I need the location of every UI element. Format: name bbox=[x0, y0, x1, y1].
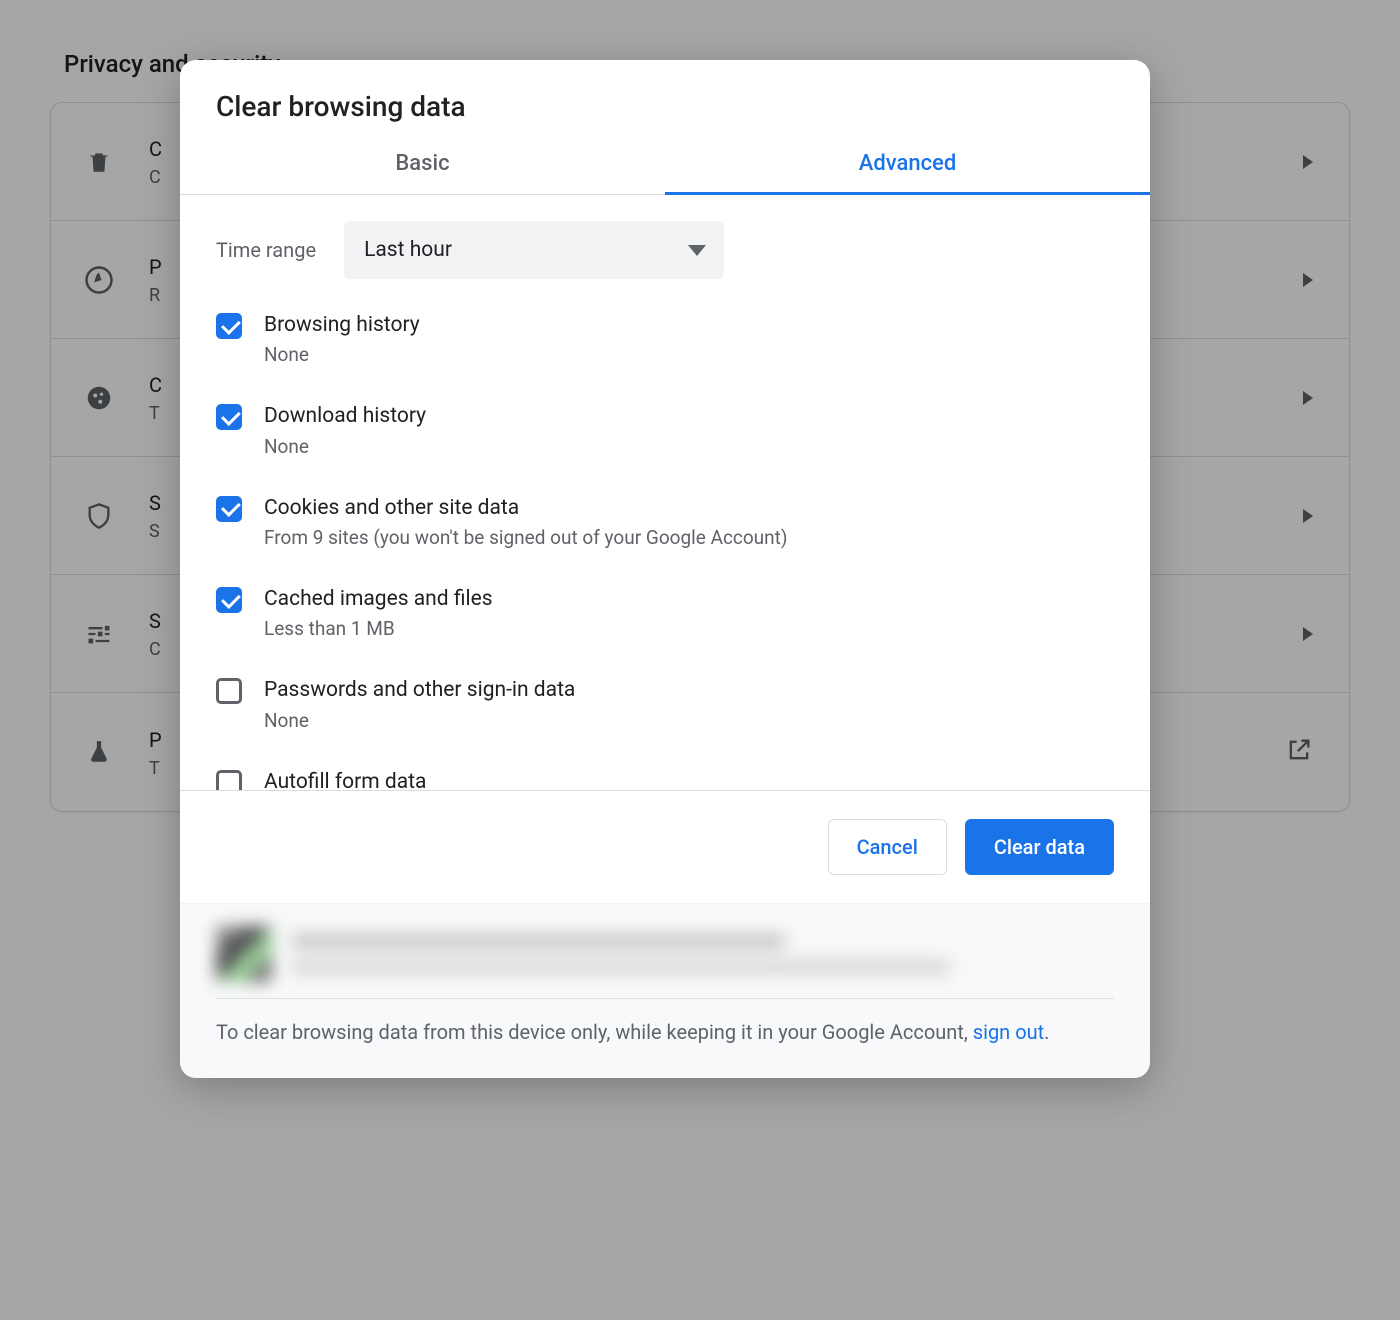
footer-note: To clear browsing data from this device … bbox=[216, 1017, 1114, 1048]
item-title: Cached images and files bbox=[264, 585, 493, 613]
account-footer: To clear browsing data from this device … bbox=[180, 903, 1150, 1078]
avatar bbox=[216, 926, 272, 982]
data-type-item: Browsing history None bbox=[216, 295, 1114, 386]
divider bbox=[216, 998, 1114, 999]
clear-browsing-data-dialog: Clear browsing data Basic Advanced Time … bbox=[180, 60, 1150, 1078]
dialog-tabs: Basic Advanced bbox=[180, 135, 1150, 195]
checkbox[interactable] bbox=[216, 587, 242, 613]
account-info-blurred bbox=[216, 926, 1114, 982]
cancel-button[interactable]: Cancel bbox=[828, 819, 947, 875]
item-subtitle: None bbox=[264, 435, 426, 458]
dialog-title: Clear browsing data bbox=[216, 90, 1114, 123]
time-range-select[interactable]: Last hour bbox=[344, 221, 724, 279]
data-type-item: Download history None bbox=[216, 386, 1114, 477]
item-subtitle: None bbox=[264, 709, 575, 732]
tab-basic[interactable]: Basic bbox=[180, 135, 665, 194]
checkbox[interactable] bbox=[216, 496, 242, 522]
item-subtitle: Less than 1 MB bbox=[264, 617, 493, 640]
item-title: Download history bbox=[264, 402, 426, 430]
checkbox[interactable] bbox=[216, 678, 242, 704]
data-type-item: Passwords and other sign-in data None bbox=[216, 660, 1114, 751]
item-title: Cookies and other site data bbox=[264, 494, 787, 522]
item-subtitle: From 9 sites (you won't be signed out of… bbox=[264, 526, 787, 549]
time-range-label: Time range bbox=[216, 238, 316, 262]
checkbox[interactable] bbox=[216, 404, 242, 430]
tab-advanced[interactable]: Advanced bbox=[665, 135, 1150, 194]
item-subtitle: None bbox=[264, 343, 420, 366]
data-type-item: Autofill form data bbox=[216, 752, 1114, 791]
item-title: Browsing history bbox=[264, 311, 420, 339]
chevron-down-icon bbox=[688, 245, 706, 256]
item-title: Passwords and other sign-in data bbox=[264, 676, 575, 704]
sign-out-link[interactable]: sign out bbox=[973, 1020, 1044, 1044]
clear-data-button[interactable]: Clear data bbox=[965, 819, 1114, 875]
data-type-item: Cookies and other site data From 9 sites … bbox=[216, 478, 1114, 569]
data-types-list: Browsing history None Download history None… bbox=[180, 291, 1150, 791]
item-title: Autofill form data bbox=[264, 768, 426, 791]
time-range-value: Last hour bbox=[364, 238, 452, 262]
data-type-item: Cached images and files Less than 1 MB bbox=[216, 569, 1114, 660]
checkbox[interactable] bbox=[216, 313, 242, 339]
checkbox[interactable] bbox=[216, 770, 242, 791]
